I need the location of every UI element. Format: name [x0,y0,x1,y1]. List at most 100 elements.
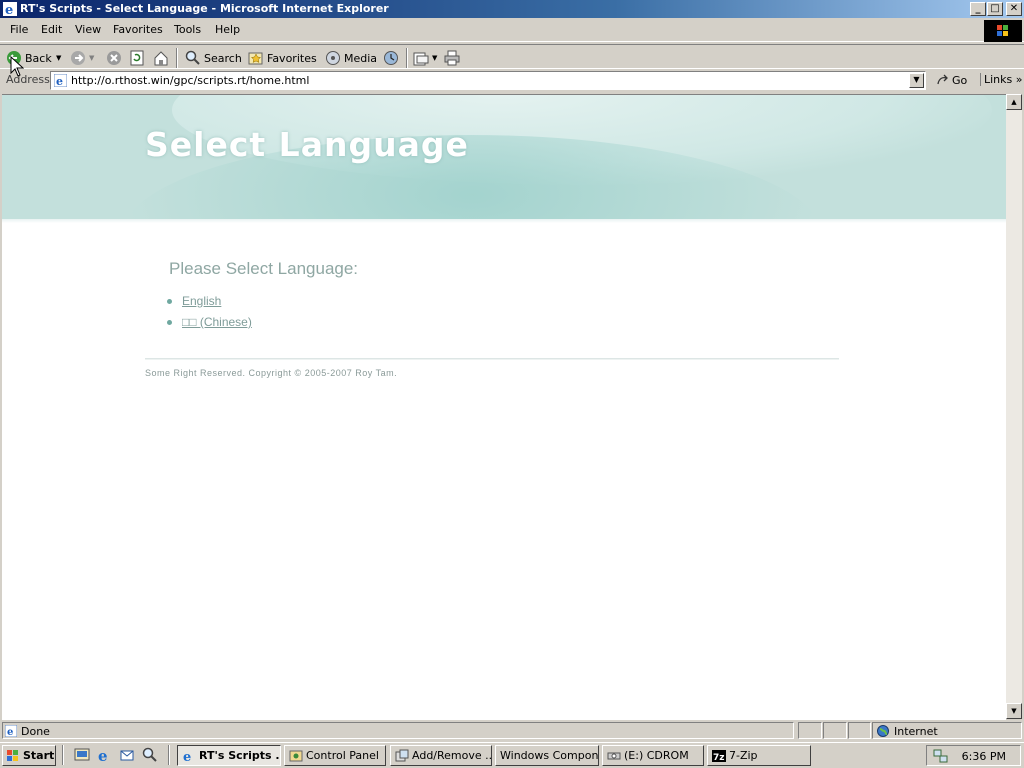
status-bar: e Done Internet [0,721,1024,741]
task-label: Add/Remove ... [412,749,492,762]
outlook-express-icon[interactable] [119,747,135,763]
vertical-scrollbar[interactable]: ▲ ▼ [1006,94,1022,719]
search-label: Search [204,51,242,65]
mouse-cursor-icon [10,56,24,77]
status-text: Done [21,725,50,738]
chevron-right-icon[interactable]: » [1016,73,1023,86]
bullet-icon [167,299,172,304]
svg-text:7z: 7z [713,753,725,763]
mail-button[interactable]: ▼ [413,49,437,67]
7zip-icon: 7z [712,749,726,763]
go-button[interactable]: Go [936,73,967,87]
start-label: Start [23,749,55,762]
task-button-ie[interactable]: e RT's Scripts ... [177,745,281,766]
links-toolbar[interactable]: Links » [980,73,1023,86]
go-arrow-icon [937,74,948,85]
task-label: Windows Compon... [500,749,599,762]
status-panel: e Done [2,722,794,739]
media-icon [326,51,340,65]
task-button-cdrom[interactable]: (E:) CDROM [602,745,704,766]
search-button[interactable]: Search [185,49,242,67]
footer-divider [145,358,839,360]
language-list: English □□ (Chinese) [166,294,252,336]
task-button-add-remove[interactable]: Add/Remove ... [390,745,492,766]
page-title: Select Language [145,125,469,164]
task-button-windows-components[interactable]: Windows Compon... [495,745,599,766]
home-button[interactable] [153,49,169,67]
menu-favorites[interactable]: Favorites [113,23,163,36]
scroll-down-icon[interactable]: ▼ [1006,703,1022,719]
bullet-icon [167,320,172,325]
menu-help[interactable]: Help [215,23,240,36]
history-button[interactable] [383,49,399,67]
task-button-control-panel[interactable]: Control Panel [284,745,386,766]
internet-globe-icon [877,725,889,737]
svg-text:e: e [7,727,13,737]
scroll-up-icon[interactable]: ▲ [1006,94,1022,110]
copyright-text: Some Right Reserved. Copyright © 2005-20… [145,368,398,378]
internet-explorer-icon[interactable]: e [96,747,112,763]
add-remove-programs-icon [395,749,409,761]
svg-text:e: e [5,3,13,16]
back-dropdown-icon[interactable]: ▼ [56,49,61,67]
address-input[interactable]: e http://o.rthost.win/gpc/scripts.rt/hom… [50,71,926,90]
menu-view[interactable]: View [75,23,101,36]
header-banner: Select Language [2,95,1006,219]
forward-dropdown-icon[interactable]: ▼ [89,54,94,62]
list-item: English [166,294,252,315]
security-zone[interactable]: Internet [872,722,1022,739]
task-label: RT's Scripts ... [199,749,281,762]
media-button[interactable]: Media [325,49,377,67]
cdrom-drive-icon [607,752,621,759]
menu-edit[interactable]: Edit [41,23,62,36]
menu-file[interactable]: File [10,23,28,36]
toolbar-separator [176,48,178,68]
maximize-button[interactable]: □ [987,2,1003,16]
forward-button[interactable]: ▼ [70,49,94,67]
search-icon[interactable] [142,747,158,763]
windows-flag-icon [7,749,18,761]
clock[interactable]: 6:36 PM [962,750,1006,763]
task-label: 7-Zip [729,749,758,762]
address-dropdown-icon[interactable]: ▼ [909,73,924,88]
mail-icon [413,52,429,66]
banner-edge [2,219,1006,223]
home-icon [154,51,168,66]
taskbar: Start e e RT's Scripts ... Control Panel… [0,742,1024,768]
window-title: RT's Scripts - Select Language - Microso… [20,2,389,15]
language-link-chinese[interactable]: □□ (Chinese) [182,315,252,329]
links-label: Links [984,73,1013,86]
print-button[interactable] [444,49,460,67]
stop-button[interactable] [106,49,122,67]
svg-text:e: e [183,750,191,763]
language-link-english[interactable]: English [182,294,221,308]
mail-dropdown-icon[interactable]: ▼ [432,54,437,62]
search-icon [185,50,200,65]
page-viewport: Select Language Please Select Language: … [2,94,1006,720]
window-title-bar[interactable]: e RT's Scripts - Select Language - Micro… [0,0,1024,18]
forward-arrow-icon [71,51,85,65]
address-url: http://o.rthost.win/gpc/scripts.rt/home.… [71,74,310,87]
media-label: Media [344,51,378,65]
favorites-button[interactable]: Favorites [248,49,317,67]
status-pane [848,722,871,739]
minimize-button[interactable]: _ [970,2,986,16]
start-button[interactable]: Start [2,745,56,766]
task-label: (E:) CDROM [624,749,689,762]
network-connection-icon[interactable] [933,748,949,764]
system-tray: 6:36 PM [926,745,1021,766]
show-desktop-icon[interactable] [74,747,90,763]
taskbar-separator [168,745,170,765]
address-bar: Address e http://o.rthost.win/gpc/script… [0,70,1024,92]
list-item: □□ (Chinese) [166,315,252,336]
close-button[interactable]: ✕ [1006,2,1022,16]
control-panel-icon [289,750,303,761]
internet-explorer-icon: e [3,2,17,16]
back-label: Back [25,51,52,65]
refresh-button[interactable] [129,49,145,67]
history-globe-icon [384,51,398,65]
menu-tools[interactable]: Tools [174,23,201,36]
status-pane [823,722,847,739]
svg-text:e: e [56,75,63,87]
task-button-7zip[interactable]: 7z 7-Zip [707,745,811,766]
